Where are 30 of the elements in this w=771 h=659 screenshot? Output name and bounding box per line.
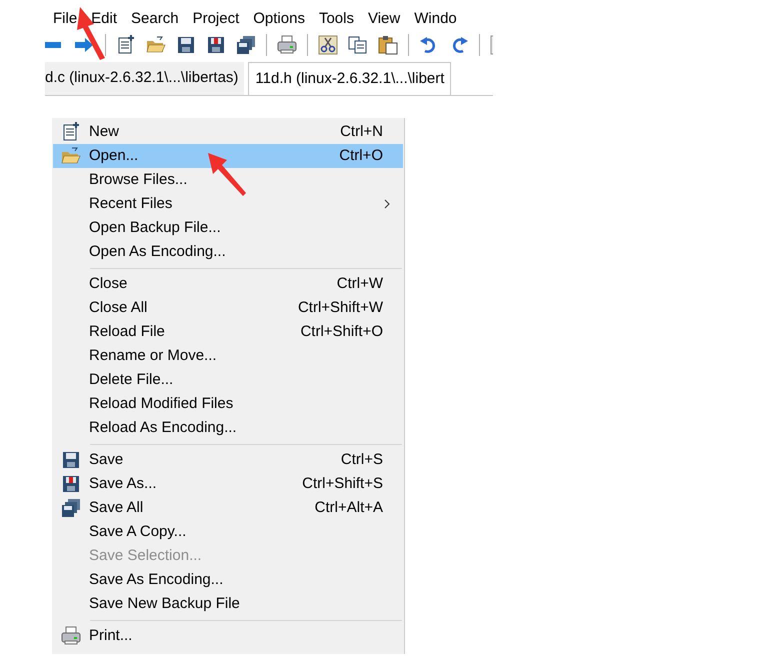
menu-item[interactable]: New Ctrl+N <box>53 120 403 144</box>
menu-item[interactable]: Save New Backup File <box>53 592 403 616</box>
menu-item[interactable]: Save A Copy... <box>53 520 403 544</box>
menu-item[interactable]: Open Backup File... <box>53 216 403 240</box>
menu-item[interactable]: Close All Ctrl+Shift+W <box>53 296 403 320</box>
menu-item[interactable]: Open... Ctrl+O <box>53 144 403 168</box>
menu-item[interactable]: Close Ctrl+W <box>53 272 403 296</box>
menu-item[interactable]: Rename or Move... <box>53 344 403 368</box>
menu-item[interactable]: Print... <box>53 624 403 648</box>
menu-item[interactable]: Reload File Ctrl+Shift+O <box>53 320 403 344</box>
menu-item[interactable]: Save Ctrl+S <box>53 448 403 472</box>
menu-item[interactable]: Save All Ctrl+Alt+A <box>53 496 403 520</box>
menu-item[interactable]: Recent Files <box>53 192 403 216</box>
menu-item[interactable]: Open As Encoding... <box>53 240 403 264</box>
menu-item[interactable]: Browse Files... <box>53 168 403 192</box>
menu-bar-item[interactable]: Options <box>253 10 305 28</box>
menu-item[interactable]: Save As Encoding... <box>53 568 403 592</box>
menu-item[interactable]: Reload As Encoding... <box>53 416 403 440</box>
menu-bar-item[interactable]: Windo <box>414 10 457 28</box>
menu-bar-item[interactable]: Search <box>131 10 179 28</box>
editor-tab[interactable]: d.c (linux-2.6.32.1\...\libertas) <box>45 62 244 95</box>
menu-bar-item[interactable]: Tools <box>318 10 354 28</box>
menu-item[interactable]: Delete File... <box>53 368 403 392</box>
menu-bar-item[interactable]: Project <box>192 10 240 28</box>
menu-bar-item[interactable]: View <box>368 10 400 28</box>
menu-item[interactable]: Save As... Ctrl+Shift+S <box>53 472 403 496</box>
menu-bar-item[interactable]: File <box>53 10 78 28</box>
editor-tab[interactable]: 11d.h (linux-2.6.32.1\...\libert <box>248 62 452 95</box>
menu-bar-item[interactable]: Edit <box>91 10 118 28</box>
menu-item[interactable]: Reload Modified Files <box>53 392 403 416</box>
